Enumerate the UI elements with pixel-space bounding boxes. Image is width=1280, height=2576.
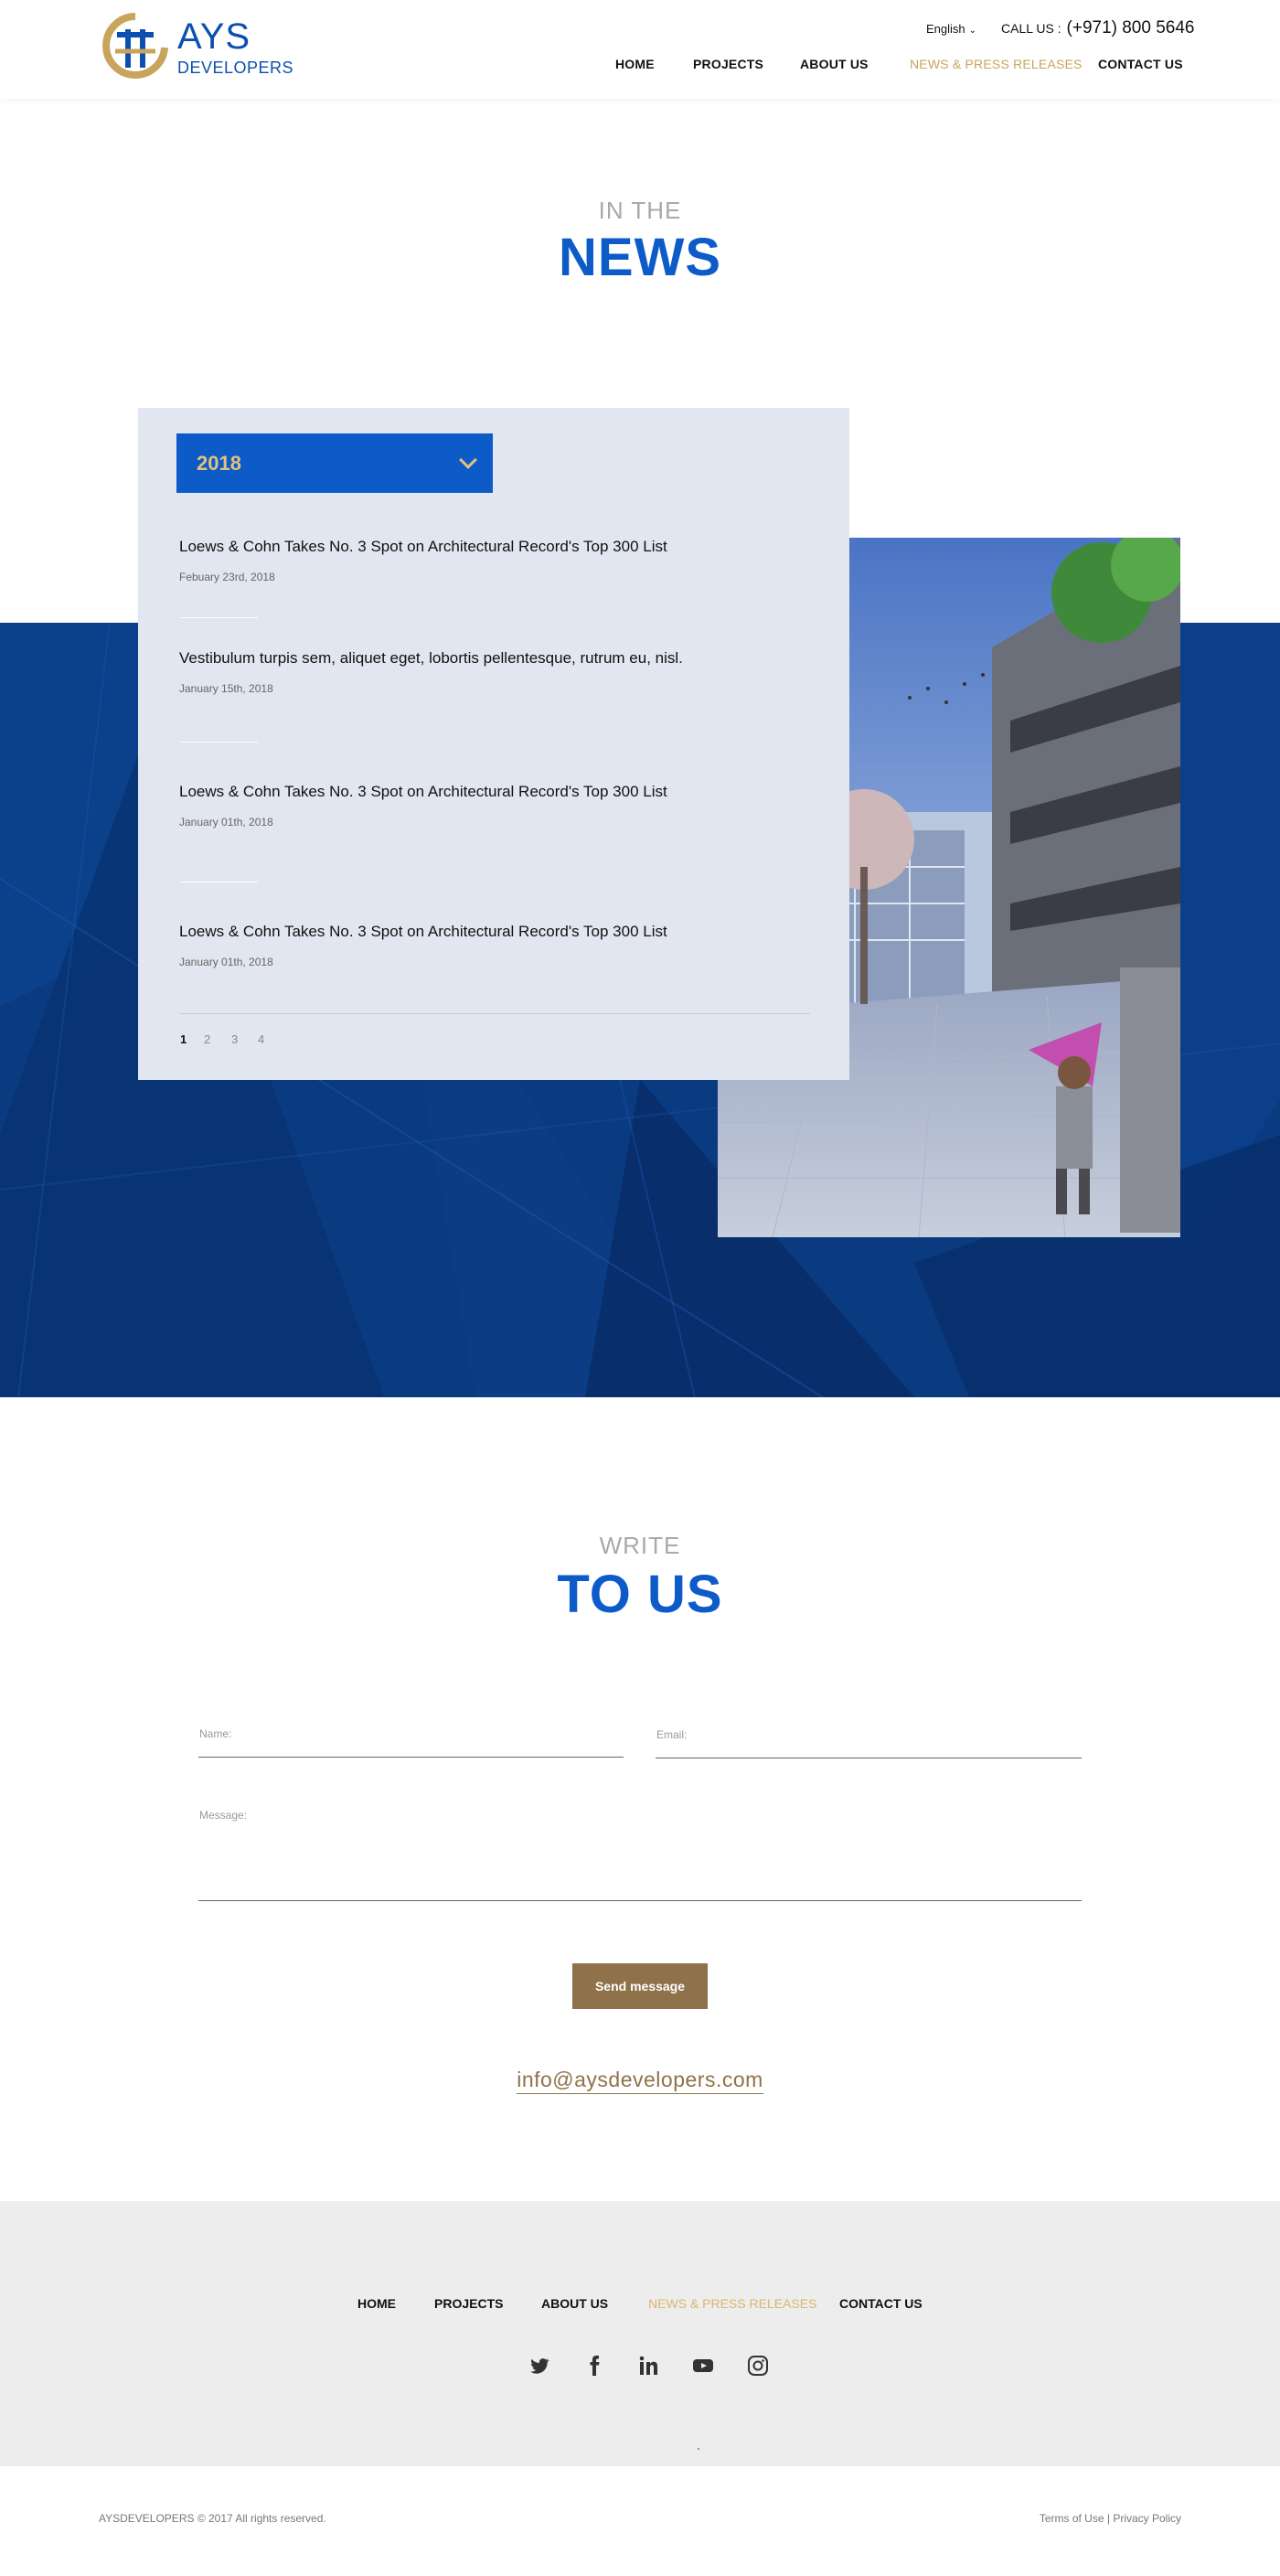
news-item-date: January 15th, 2018 xyxy=(179,682,273,695)
news-item-title[interactable]: Vestibulum turpis sem, aliquet eget, lob… xyxy=(179,649,810,668)
footer-nav-projects[interactable]: PROJECTS xyxy=(434,2296,503,2311)
news-item-title[interactable]: Loews & Cohn Takes No. 3 Spot on Archite… xyxy=(179,783,810,801)
site-header: AYS DEVELOPERS English ⌄ CALL US : (+971)… xyxy=(0,0,1280,99)
call-us: CALL US : (+971) 800 5646 xyxy=(1001,18,1195,38)
legal-separator: | xyxy=(1106,2512,1110,2525)
footer-nav-news[interactable]: NEWS & PRESS RELEASES xyxy=(648,2296,816,2311)
logo-emblem-icon xyxy=(102,13,168,79)
page-3-link[interactable]: 3 xyxy=(231,1032,238,1046)
news-item-date: Febuary 23rd, 2018 xyxy=(179,571,275,583)
email-field-label: Email: xyxy=(656,1728,688,1741)
terms-of-use-link[interactable]: Terms of Use xyxy=(1040,2512,1104,2525)
linkedin-icon[interactable] xyxy=(638,2355,660,2377)
news-item[interactable]: Vestibulum turpis sem, aliquet eget, lob… xyxy=(179,649,810,695)
year-dropdown[interactable]: 2018 xyxy=(176,433,493,493)
logo-wordmark: AYS xyxy=(177,16,251,57)
year-dropdown-value: 2018 xyxy=(197,452,241,475)
send-message-button[interactable]: Send message xyxy=(572,1963,708,2009)
news-item[interactable]: Loews & Cohn Takes No. 3 Spot on Archite… xyxy=(179,538,810,583)
contact-heading: TO US xyxy=(557,1565,723,1624)
language-label: English xyxy=(926,22,965,36)
call-us-label: CALL US : xyxy=(1001,21,1061,36)
news-list-card: 2018 Loews & Cohn Takes No. 3 Spot on Ar… xyxy=(138,408,849,1080)
divider xyxy=(181,617,258,618)
instagram-icon[interactable] xyxy=(747,2355,769,2377)
page-1-link[interactable]: 1 xyxy=(180,1032,187,1046)
logo-subtitle: DEVELOPERS xyxy=(177,59,294,77)
name-field[interactable] xyxy=(198,1757,624,1758)
news-heading: NEWS xyxy=(559,228,721,287)
footer-nav-contact-us[interactable]: CONTACT US xyxy=(839,2296,923,2311)
name-field-label: Name: xyxy=(199,1727,232,1740)
chevron-down-icon xyxy=(459,451,477,469)
news-item[interactable]: Loews & Cohn Takes No. 3 Spot on Archite… xyxy=(179,923,810,968)
news-item-title[interactable]: Loews & Cohn Takes No. 3 Spot on Archite… xyxy=(179,923,810,941)
site-footer: HOME PROJECTS ABOUT US NEWS & PRESS RELE… xyxy=(0,2201,1280,2466)
contact-email-text[interactable]: info@aysdevelopers.com xyxy=(517,2068,763,2094)
news-item-date: January 01th, 2018 xyxy=(179,816,273,828)
nav-news[interactable]: NEWS & PRESS RELEASES xyxy=(910,57,1083,71)
message-field[interactable] xyxy=(198,1900,1082,1901)
site-logo[interactable]: AYS DEVELOPERS xyxy=(99,11,293,80)
divider xyxy=(181,742,258,743)
page-2-link[interactable]: 2 xyxy=(204,1032,210,1046)
youtube-icon[interactable] xyxy=(692,2355,714,2377)
nav-projects[interactable]: PROJECTS xyxy=(693,57,763,71)
decorative-dot xyxy=(698,2448,699,2450)
page-4-link[interactable]: 4 xyxy=(258,1032,264,1046)
pagination-divider xyxy=(179,1013,810,1014)
nav-about-us[interactable]: ABOUT US xyxy=(800,57,869,71)
news-item-title[interactable]: Loews & Cohn Takes No. 3 Spot on Archite… xyxy=(179,538,810,556)
footer-bottom-bar: AYSDEVELOPERS © 2017 All rights reserved… xyxy=(0,2466,1280,2576)
nav-contact-us[interactable]: CONTACT US xyxy=(1098,57,1183,71)
facebook-icon[interactable] xyxy=(583,2355,605,2377)
twitter-icon[interactable] xyxy=(528,2355,550,2377)
news-item[interactable]: Loews & Cohn Takes No. 3 Spot on Archite… xyxy=(179,783,810,828)
nav-home[interactable]: HOME xyxy=(615,57,655,71)
copyright-text: AYSDEVELOPERS © 2017 All rights reserved… xyxy=(99,2512,326,2525)
message-field-label: Message: xyxy=(199,1809,248,1822)
legal-links: Terms of Use | Privacy Policy xyxy=(1040,2512,1181,2525)
phone-number[interactable]: (+971) 800 5646 xyxy=(1067,18,1195,37)
footer-nav-home[interactable]: HOME xyxy=(357,2296,396,2311)
chevron-down-icon: ⌄ xyxy=(968,26,977,36)
language-selector[interactable]: English ⌄ xyxy=(926,22,976,36)
privacy-policy-link[interactable]: Privacy Policy xyxy=(1113,2512,1181,2525)
contact-email-link[interactable]: info@aysdevelopers.com xyxy=(0,2068,1280,2094)
footer-nav-about-us[interactable]: ABOUT US xyxy=(541,2296,608,2311)
news-item-date: January 01th, 2018 xyxy=(179,956,273,968)
contact-subheading: WRITE xyxy=(599,1532,681,1559)
news-subheading: IN THE xyxy=(598,197,682,224)
